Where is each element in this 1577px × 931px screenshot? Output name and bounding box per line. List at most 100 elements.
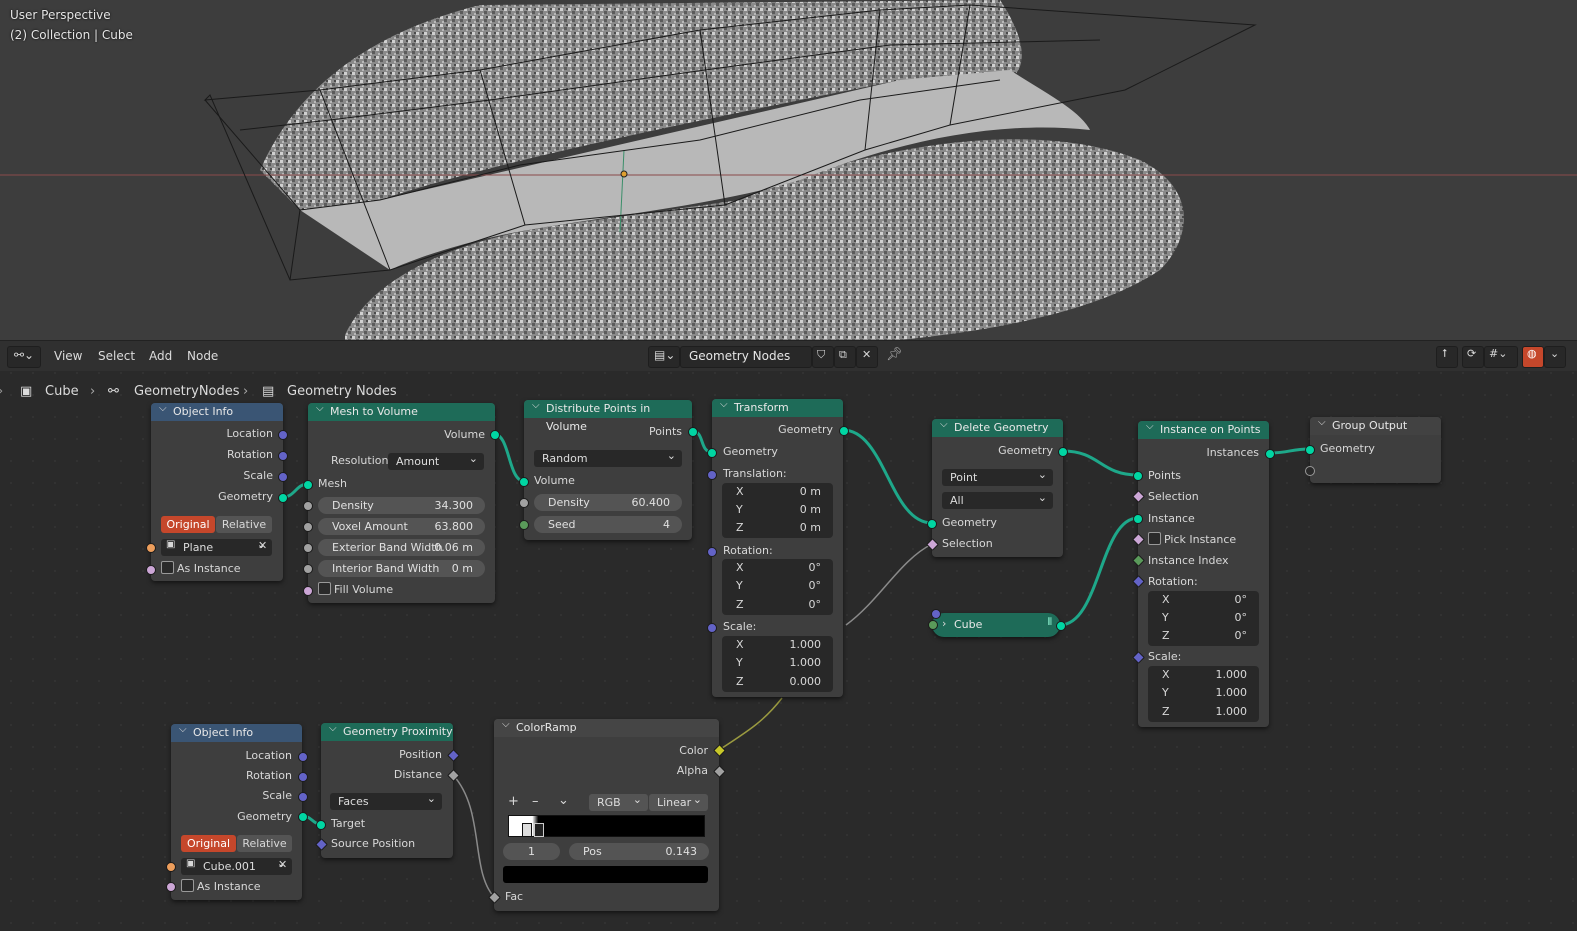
translation-vector[interactable]: X0 m Y0 m Z0 m bbox=[722, 483, 833, 538]
target-element-dropdown[interactable]: Faces bbox=[330, 790, 442, 810]
color-mode-dropdown[interactable]: RGB bbox=[589, 791, 648, 811]
node-cube[interactable]: › Cube ⦀ bbox=[932, 613, 1060, 637]
socket[interactable] bbox=[519, 477, 529, 487]
stop-color-swatch[interactable] bbox=[503, 866, 708, 883]
density-field[interactable]: Density 60.400 bbox=[534, 494, 682, 511]
socket[interactable] bbox=[303, 480, 313, 490]
ramp-menu-button[interactable]: ⌄ bbox=[558, 793, 569, 808]
socket[interactable] bbox=[166, 882, 176, 892]
rotation-vector[interactable]: X 0° Y 0° Z 0° bbox=[722, 559, 833, 615]
scale-vector[interactable]: X 1.000 Y 1.000 Z 1.000 bbox=[1148, 666, 1259, 722]
socket[interactable] bbox=[688, 427, 698, 437]
active-stop-index[interactable]: 1 bbox=[503, 843, 560, 860]
node-group-output[interactable]: Group Output Geometry bbox=[1310, 414, 1441, 483]
socket[interactable] bbox=[278, 472, 288, 482]
socket[interactable] bbox=[303, 501, 313, 511]
relative-toggle[interactable]: Relative bbox=[216, 516, 272, 533]
socket[interactable] bbox=[1133, 471, 1143, 481]
pick-instance-checkbox[interactable]: Pick Instance bbox=[1148, 532, 1236, 548]
socket[interactable] bbox=[298, 752, 308, 762]
original-toggle[interactable]: Original bbox=[181, 835, 236, 852]
socket[interactable] bbox=[931, 609, 941, 619]
node-title[interactable]: Object Info bbox=[151, 400, 283, 421]
output-scale: Scale bbox=[262, 789, 292, 802]
node-title[interactable]: Distribute Points in Volume bbox=[524, 397, 692, 433]
node-title[interactable]: Group Output bbox=[1310, 414, 1441, 435]
socket[interactable] bbox=[1058, 447, 1068, 457]
node-title[interactable]: Mesh to Volume bbox=[308, 400, 495, 421]
node-title[interactable]: Transform bbox=[712, 396, 843, 417]
relative-toggle[interactable]: Relative bbox=[237, 835, 292, 852]
domain-dropdown[interactable]: Point bbox=[942, 466, 1053, 486]
socket[interactable] bbox=[303, 564, 313, 574]
node-title[interactable]: ColorRamp bbox=[494, 716, 719, 737]
node-instance-on-points[interactable]: Instance on Points Instances Points Sele… bbox=[1138, 418, 1269, 727]
socket[interactable] bbox=[519, 520, 529, 530]
socket[interactable] bbox=[298, 812, 308, 822]
socket[interactable] bbox=[839, 426, 849, 436]
original-toggle[interactable]: Original bbox=[161, 516, 215, 533]
color-stop-handle[interactable] bbox=[522, 823, 532, 837]
socket[interactable] bbox=[303, 543, 313, 553]
socket[interactable] bbox=[278, 493, 288, 503]
socket[interactable] bbox=[146, 565, 156, 575]
clear-icon[interactable]: ✕ bbox=[258, 539, 267, 552]
socket[interactable] bbox=[1056, 621, 1066, 631]
node-colorramp[interactable]: ColorRamp Color Alpha + – ⌄ RGB Linear 1… bbox=[494, 716, 719, 911]
remove-stop-button[interactable]: – bbox=[532, 794, 539, 809]
socket[interactable] bbox=[298, 772, 308, 782]
object-field[interactable]: Cube.001 bbox=[181, 855, 292, 875]
rotation-vector[interactable]: X 0° Y 0° Z 0° bbox=[1148, 591, 1259, 646]
node-object-info[interactable]: Object Info Location Rotation Scale Geom… bbox=[151, 400, 283, 581]
voxel-amount-field[interactable]: Voxel Amount 63.800 bbox=[318, 518, 485, 535]
node-geometry-proximity[interactable]: Geometry Proximity Position Distance Fac… bbox=[321, 720, 453, 858]
socket[interactable] bbox=[927, 519, 937, 529]
node-title[interactable]: Delete Geometry bbox=[932, 416, 1063, 437]
clear-icon[interactable]: ✕ bbox=[278, 858, 287, 871]
mode-dropdown[interactable]: All bbox=[942, 489, 1053, 509]
expand-icon[interactable]: › bbox=[942, 617, 946, 630]
socket[interactable] bbox=[146, 543, 156, 553]
socket[interactable] bbox=[707, 448, 717, 458]
socket[interactable] bbox=[519, 498, 529, 508]
socket[interactable] bbox=[707, 547, 717, 557]
node-title[interactable]: Instance on Points bbox=[1138, 418, 1269, 439]
socket[interactable] bbox=[707, 623, 717, 633]
socket[interactable] bbox=[1133, 514, 1143, 524]
color-stop-handle[interactable] bbox=[534, 823, 544, 837]
node-transform[interactable]: Transform Geometry Geometry Translation:… bbox=[712, 396, 843, 697]
node-title[interactable]: Object Info bbox=[171, 721, 302, 742]
seed-field[interactable]: Seed 4 bbox=[534, 516, 682, 533]
mode-dropdown[interactable]: Random bbox=[534, 447, 682, 467]
node-delete-geometry[interactable]: Delete Geometry Geometry Point All Geome… bbox=[932, 416, 1063, 557]
socket[interactable] bbox=[1265, 449, 1275, 459]
density-field[interactable]: Density 34.300 bbox=[318, 497, 485, 514]
exterior-band-field[interactable]: Exterior Band Width 0.06 m bbox=[318, 539, 485, 556]
resolution-dropdown[interactable]: Amount bbox=[388, 450, 484, 470]
socket[interactable] bbox=[1305, 445, 1315, 455]
socket[interactable] bbox=[303, 522, 313, 532]
socket[interactable] bbox=[316, 820, 326, 830]
socket[interactable] bbox=[166, 862, 176, 872]
add-stop-button[interactable]: + bbox=[508, 794, 519, 809]
node-mesh-to-volume[interactable]: Mesh to Volume Volume Resolution Amount … bbox=[308, 400, 495, 603]
fill-volume-checkbox[interactable]: Fill Volume bbox=[318, 582, 393, 598]
socket[interactable] bbox=[490, 430, 500, 440]
socket[interactable] bbox=[928, 620, 938, 630]
as-instance-checkbox[interactable]: As Instance bbox=[161, 561, 241, 577]
node-object-info[interactable]: Object Info Location Rotation Scale Geom… bbox=[171, 721, 302, 900]
socket[interactable] bbox=[278, 430, 288, 440]
interpolation-dropdown[interactable]: Linear bbox=[649, 791, 708, 811]
socket[interactable] bbox=[707, 470, 717, 480]
scale-vector[interactable]: X 1.000 Y 1.000 Z 0.000 bbox=[722, 636, 833, 692]
socket[interactable] bbox=[298, 792, 308, 802]
socket[interactable] bbox=[1305, 466, 1315, 476]
node-title[interactable]: Geometry Proximity bbox=[321, 720, 453, 741]
socket[interactable] bbox=[303, 586, 313, 596]
socket[interactable] bbox=[278, 451, 288, 461]
object-field[interactable]: Plane bbox=[161, 536, 272, 556]
node-distribute-points[interactable]: Distribute Points in Volume Points Rando… bbox=[524, 397, 692, 540]
stop-position-field[interactable]: Pos 0.143 bbox=[569, 843, 709, 860]
as-instance-checkbox[interactable]: As Instance bbox=[181, 879, 261, 895]
interior-band-field[interactable]: Interior Band Width 0 m bbox=[318, 560, 485, 577]
